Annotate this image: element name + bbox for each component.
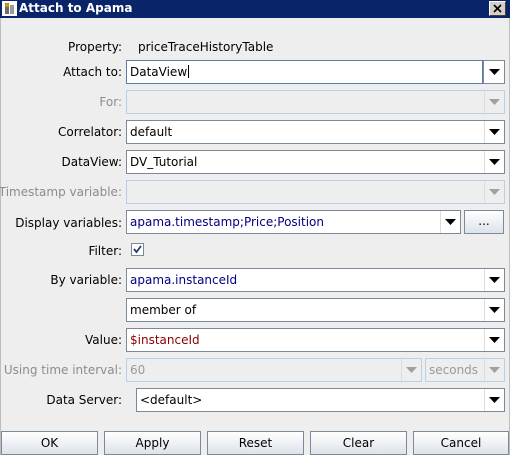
value-label: Value: <box>85 333 122 347</box>
time-interval-combo[interactable]: 60 <box>126 358 422 382</box>
chevron-down-icon <box>489 189 500 195</box>
chevron-down-icon <box>489 99 500 105</box>
for-combo[interactable] <box>126 90 505 114</box>
chevron-down-icon <box>489 397 500 403</box>
chevron-down-icon <box>489 69 500 75</box>
attach-to-dropdown-button[interactable] <box>483 60 505 84</box>
dataview-value: DV_Tutorial <box>130 155 198 169</box>
button-row: OK Apply Reset Clear Cancel <box>1 431 510 455</box>
chevron-down-icon <box>406 367 417 373</box>
data-server-value: <default> <box>140 393 203 407</box>
data-server-label: Data Server: <box>46 393 122 407</box>
display-variables-value: apama.timestamp;Price;Position <box>130 215 324 229</box>
chevron-down-icon <box>489 337 500 343</box>
correlator-label: Correlator: <box>58 125 122 139</box>
clear-button[interactable]: Clear <box>310 431 407 455</box>
window-title: Attach to Apama <box>19 1 133 15</box>
chevron-down-icon <box>489 307 500 313</box>
by-variable-value: apama.instanceId <box>130 273 238 287</box>
cancel-button[interactable]: Cancel <box>413 431 509 455</box>
attach-to-label: Attach to: <box>63 65 122 79</box>
attach-to-combo[interactable]: DataView <box>126 60 483 84</box>
display-variables-combo[interactable]: apama.timestamp;Price;Position <box>126 210 461 234</box>
filter-label: Filter: <box>88 244 122 258</box>
data-server-combo[interactable]: <default> <box>136 388 505 412</box>
close-icon <box>493 4 502 13</box>
time-interval-label: Using time interval: <box>3 363 122 377</box>
ok-button[interactable]: OK <box>1 431 98 455</box>
reset-button[interactable]: Reset <box>207 431 304 455</box>
for-label: For: <box>99 95 122 109</box>
dataview-label: DataView: <box>61 155 122 169</box>
correlator-value: default <box>130 125 173 139</box>
chevron-down-icon <box>445 219 456 225</box>
correlator-combo[interactable]: default <box>126 120 505 144</box>
by-variable-label: By variable: <box>50 273 122 287</box>
timestamp-variable-label: Timestamp variable: <box>0 185 122 199</box>
filter-checkbox[interactable] <box>131 243 144 256</box>
operator-value: member of <box>130 303 197 317</box>
time-unit-value: seconds <box>429 363 479 377</box>
attach-to-value: DataView <box>130 65 188 79</box>
dataview-combo[interactable]: DV_Tutorial <box>126 150 505 174</box>
chevron-down-icon <box>489 159 500 165</box>
property-label: Property: <box>68 40 122 54</box>
display-variables-label: Display variables: <box>15 216 122 230</box>
apply-button[interactable]: Apply <box>104 431 201 455</box>
chevron-down-icon <box>489 277 500 283</box>
chevron-down-icon <box>489 367 500 373</box>
text-caret <box>188 65 190 78</box>
close-button[interactable] <box>489 1 506 16</box>
check-icon <box>133 245 142 254</box>
value-combo[interactable]: $instanceId <box>126 328 505 352</box>
time-unit-combo[interactable]: seconds <box>425 358 505 382</box>
operator-combo[interactable]: member of <box>126 298 505 322</box>
title-bar: Attach to Apama <box>0 0 510 18</box>
display-variables-browse-button[interactable]: ... <box>464 210 504 234</box>
apama-icon <box>2 1 17 16</box>
property-value: priceTraceHistoryTable <box>138 40 274 54</box>
dialog-body: Property: priceTraceHistoryTable Attach … <box>0 18 510 455</box>
time-interval-value: 60 <box>130 363 146 377</box>
by-variable-combo[interactable]: apama.instanceId <box>126 268 505 292</box>
timestamp-variable-combo[interactable] <box>126 180 505 204</box>
chevron-down-icon <box>489 129 500 135</box>
value-value: $instanceId <box>130 333 200 347</box>
